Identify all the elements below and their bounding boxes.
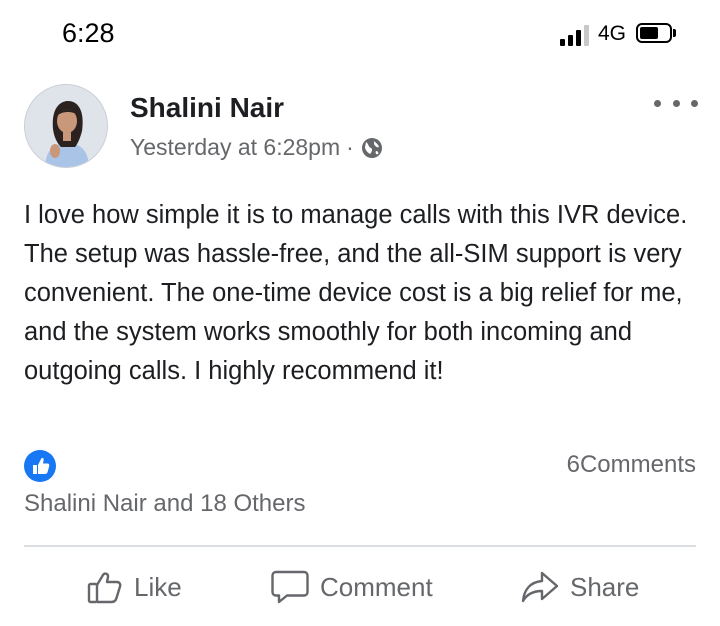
author-name[interactable]: Shalini Nair <box>130 92 284 124</box>
divider <box>24 545 696 547</box>
post-timestamp[interactable]: Yesterday at 6:28pm <box>130 134 340 161</box>
thumbs-up-outline-icon <box>87 572 122 604</box>
share-label: Share <box>570 571 640 602</box>
comment-button[interactable]: Comment <box>270 562 433 612</box>
avatar[interactable] <box>24 84 108 168</box>
status-bar: 6:28 4G <box>0 0 720 68</box>
share-arrow-icon <box>521 571 559 603</box>
network-type: 4G <box>598 22 627 45</box>
status-time: 6:28 <box>62 18 115 48</box>
battery-icon <box>636 23 672 43</box>
more-dot <box>654 99 661 107</box>
thumbs-up-icon <box>33 457 50 474</box>
comment-bubble-icon <box>271 570 309 604</box>
globe-icon[interactable] <box>360 136 384 160</box>
avatar-photo <box>25 85 107 167</box>
reactions-summary[interactable]: Shalini Nair and 18 Others <box>24 490 305 518</box>
comment-count[interactable]: 6Comments <box>567 451 696 479</box>
more-options-button[interactable] <box>654 92 698 114</box>
comment-label: Comment <box>320 571 433 602</box>
like-button[interactable]: Like <box>86 562 182 612</box>
post-meta: Yesterday at 6:28pm · <box>130 134 384 161</box>
like-label: Like <box>134 571 182 602</box>
like-reaction-icon[interactable] <box>24 450 56 482</box>
more-dot <box>691 99 698 107</box>
meta-separator: · <box>346 134 354 160</box>
share-button[interactable]: Share <box>520 562 639 612</box>
post-body: I love how simple it is to manage calls … <box>24 201 688 385</box>
battery-tip <box>673 29 676 37</box>
signal-strength-icon <box>560 24 590 46</box>
more-dot <box>672 99 680 107</box>
post-screen: 6:28 4G Shalini Nair Yesterday at 6:28pm… <box>0 0 720 626</box>
